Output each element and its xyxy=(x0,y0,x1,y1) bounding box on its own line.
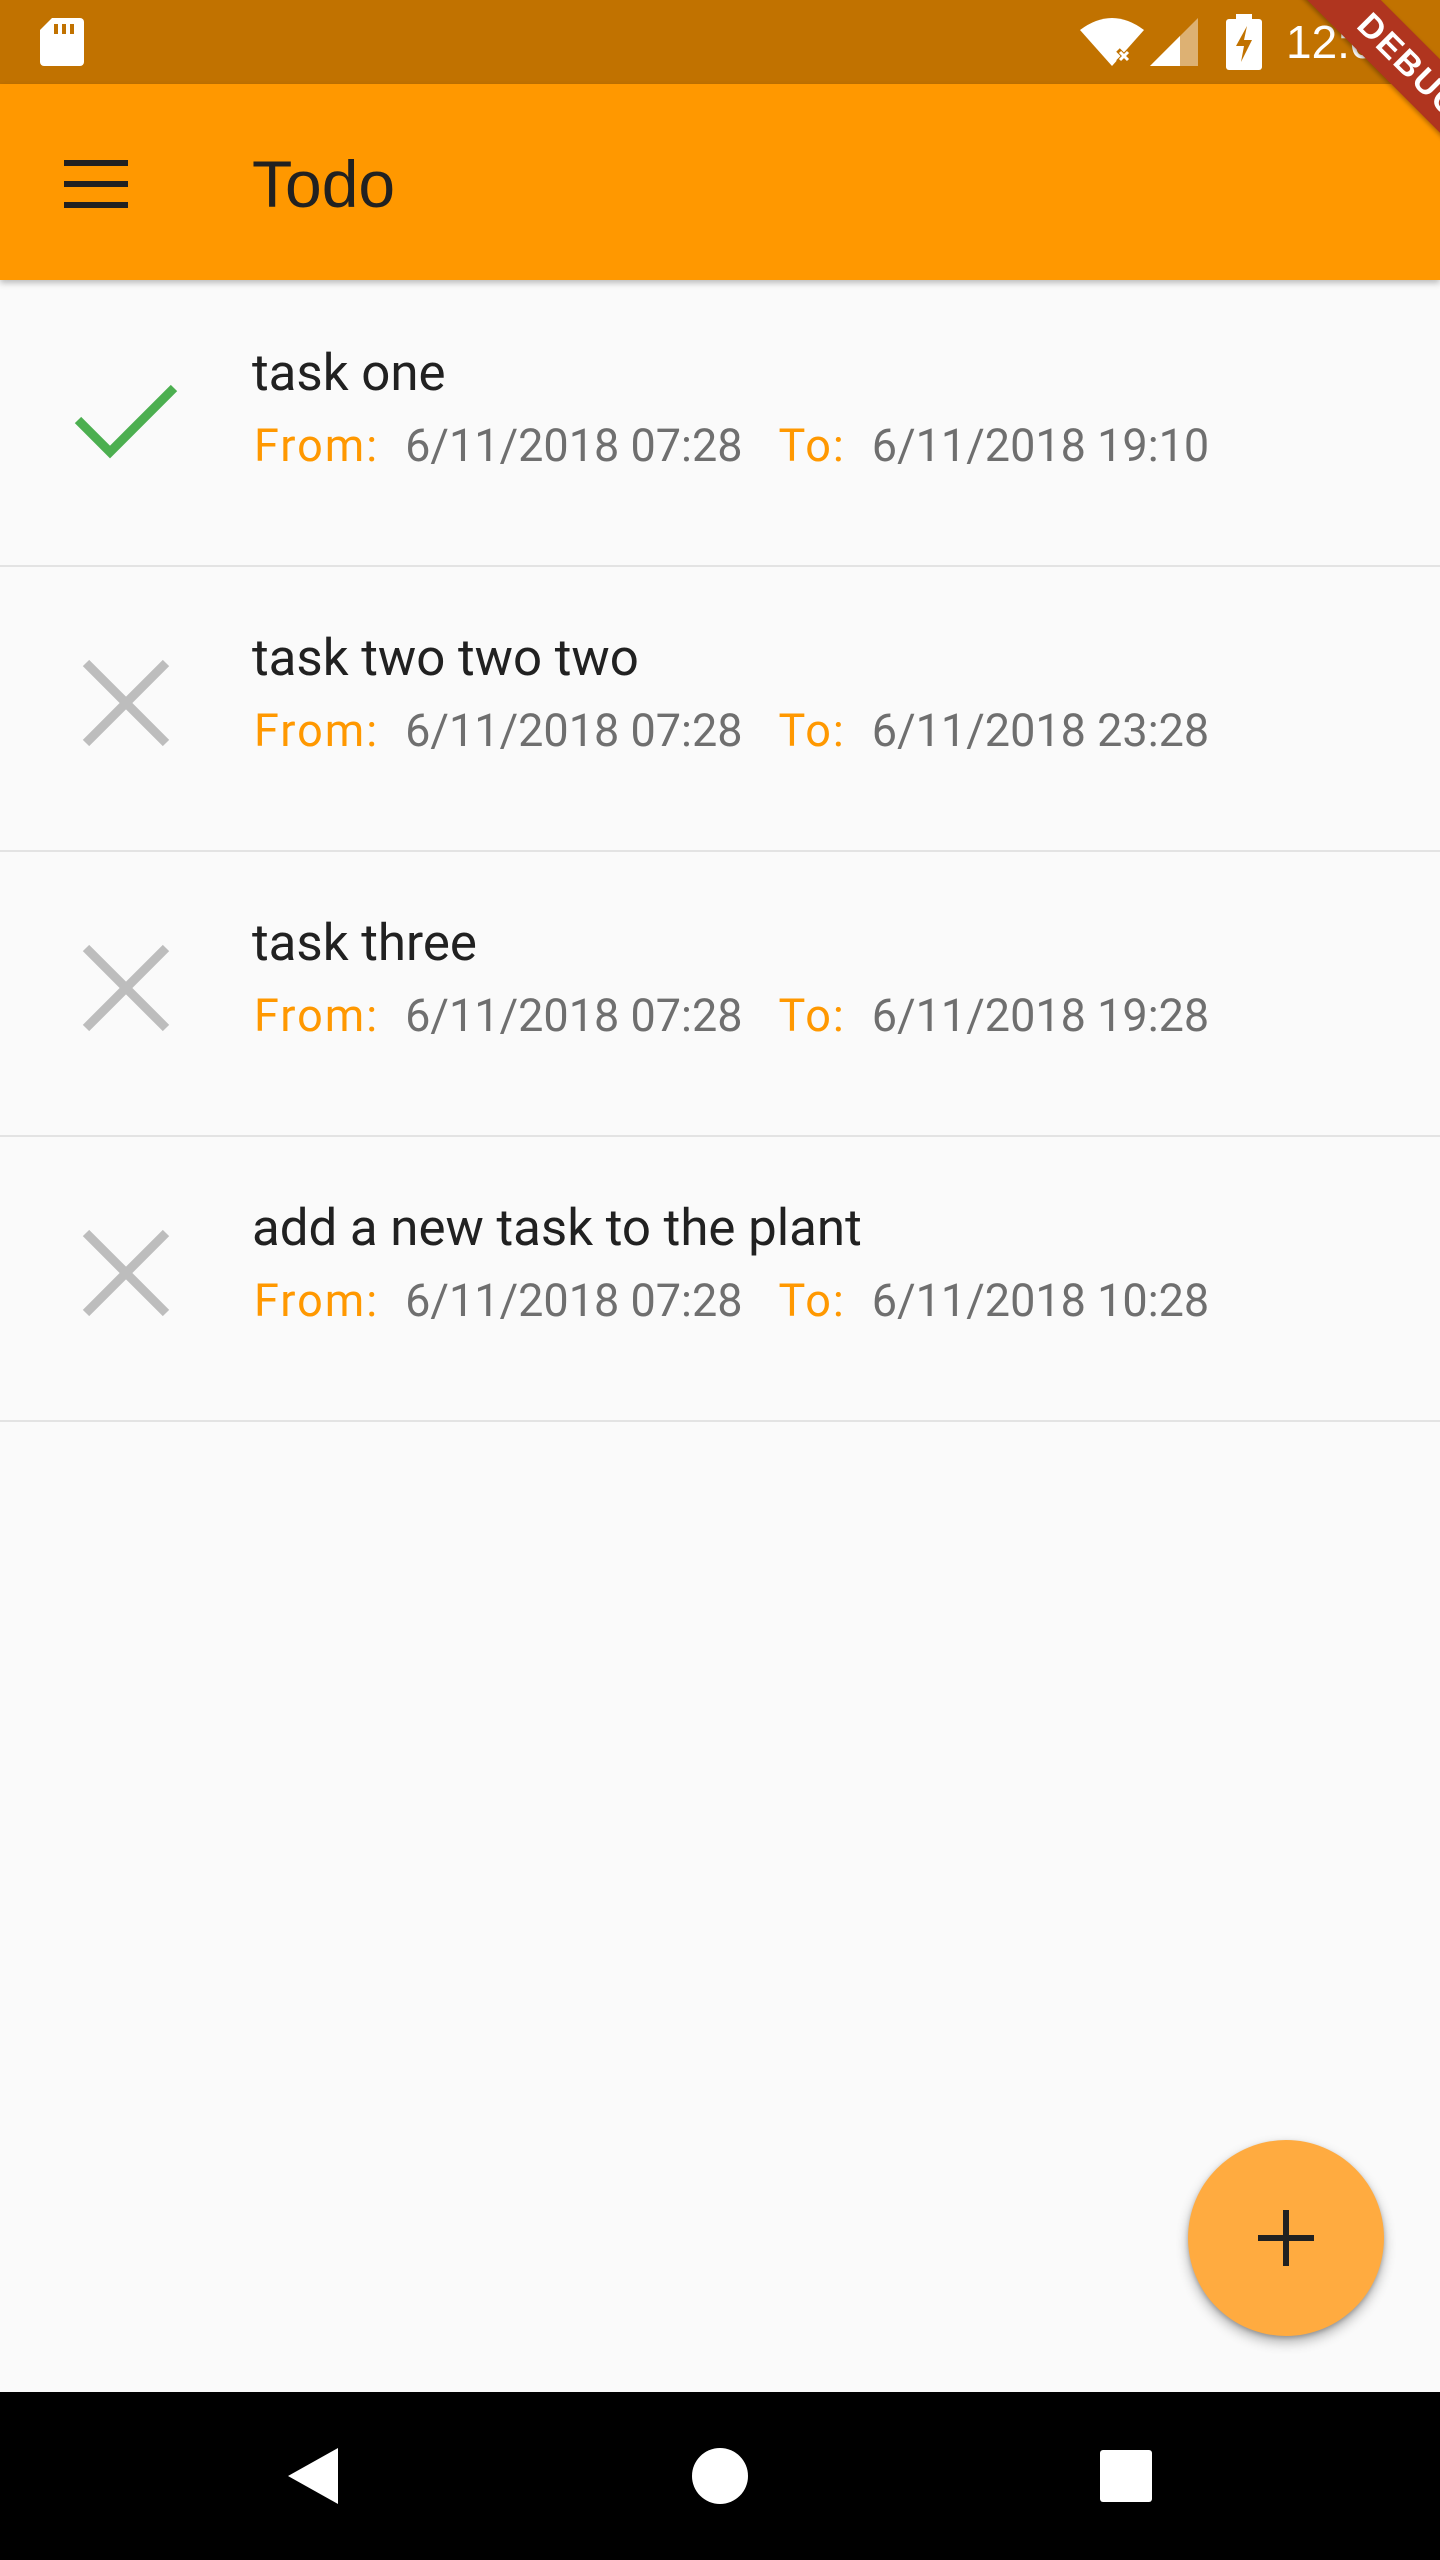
to-value: 6/11/2018 19:10 xyxy=(871,419,1210,472)
wifi-icon xyxy=(1080,18,1144,66)
recents-icon xyxy=(1100,2450,1152,2502)
to-value: 6/11/2018 19:28 xyxy=(871,989,1210,1042)
task-status[interactable] xyxy=(74,936,178,1040)
back-icon xyxy=(288,2448,338,2504)
app-bar: Todo xyxy=(0,84,1440,280)
home-icon xyxy=(692,2448,748,2504)
menu-button[interactable] xyxy=(48,136,144,232)
to-label: To: xyxy=(778,419,846,472)
to-value: 6/11/2018 23:28 xyxy=(871,704,1210,757)
status-bar: 12:08 xyxy=(0,0,1440,84)
task-row[interactable]: task two two two From: 6/11/2018 07:28 To:… xyxy=(0,567,1440,852)
close-icon xyxy=(82,944,170,1032)
from-label: From: xyxy=(254,704,380,757)
close-icon xyxy=(82,659,170,747)
task-times: From: 6/11/2018 07:28 To: 6/11/2018 23:28 xyxy=(254,699,1209,763)
add-task-button[interactable] xyxy=(1188,2140,1384,2336)
task-status[interactable] xyxy=(74,366,178,470)
task-status[interactable] xyxy=(74,1221,178,1325)
back-button[interactable] xyxy=(266,2426,366,2526)
task-status[interactable] xyxy=(74,651,178,755)
from-label: From: xyxy=(254,989,380,1042)
task-title: task one xyxy=(252,344,446,403)
home-button[interactable] xyxy=(670,2426,770,2526)
task-title: task three xyxy=(252,914,477,973)
task-row[interactable]: task one From: 6/11/2018 07:28 To: 6/11/201… xyxy=(0,282,1440,567)
from-value: 6/11/2018 07:28 xyxy=(405,704,743,757)
recents-button[interactable] xyxy=(1076,2426,1176,2526)
close-icon xyxy=(82,1229,170,1317)
signal-icon xyxy=(1150,18,1198,66)
battery-charging-icon xyxy=(1226,14,1262,70)
from-value: 6/11/2018 07:28 xyxy=(405,419,743,472)
task-times: From: 6/11/2018 07:28 To: 6/11/2018 19:10 xyxy=(254,414,1209,478)
to-label: To: xyxy=(778,1274,846,1327)
to-label: To: xyxy=(778,989,846,1042)
from-label: From: xyxy=(254,419,380,472)
task-times: From: 6/11/2018 07:28 To: 6/11/2018 10:28 xyxy=(254,1269,1209,1333)
task-title: task two two two xyxy=(252,629,639,688)
navigation-bar xyxy=(0,2392,1440,2560)
task-list: task one From: 6/11/2018 07:28 To: 6/11/201… xyxy=(0,282,1440,1422)
to-value: 6/11/2018 10:28 xyxy=(871,1274,1210,1327)
sd-card-icon xyxy=(40,18,84,66)
menu-icon xyxy=(64,160,128,208)
task-row[interactable]: add a new task to the plant From: 6/11/20… xyxy=(0,1137,1440,1422)
status-clock: 12:08 xyxy=(1286,16,1402,68)
check-icon xyxy=(74,384,178,459)
task-title: add a new task to the plant xyxy=(252,1199,862,1258)
add-icon xyxy=(1258,2210,1314,2266)
task-row[interactable]: task three From: 6/11/2018 07:28 To: 6/11/2… xyxy=(0,852,1440,1137)
to-label: To: xyxy=(778,704,846,757)
from-value: 6/11/2018 07:28 xyxy=(405,1274,743,1327)
from-value: 6/11/2018 07:28 xyxy=(405,989,743,1042)
task-times: From: 6/11/2018 07:28 To: 6/11/2018 19:28 xyxy=(254,984,1209,1048)
from-label: From: xyxy=(254,1274,380,1327)
page-title: Todo xyxy=(252,147,396,221)
